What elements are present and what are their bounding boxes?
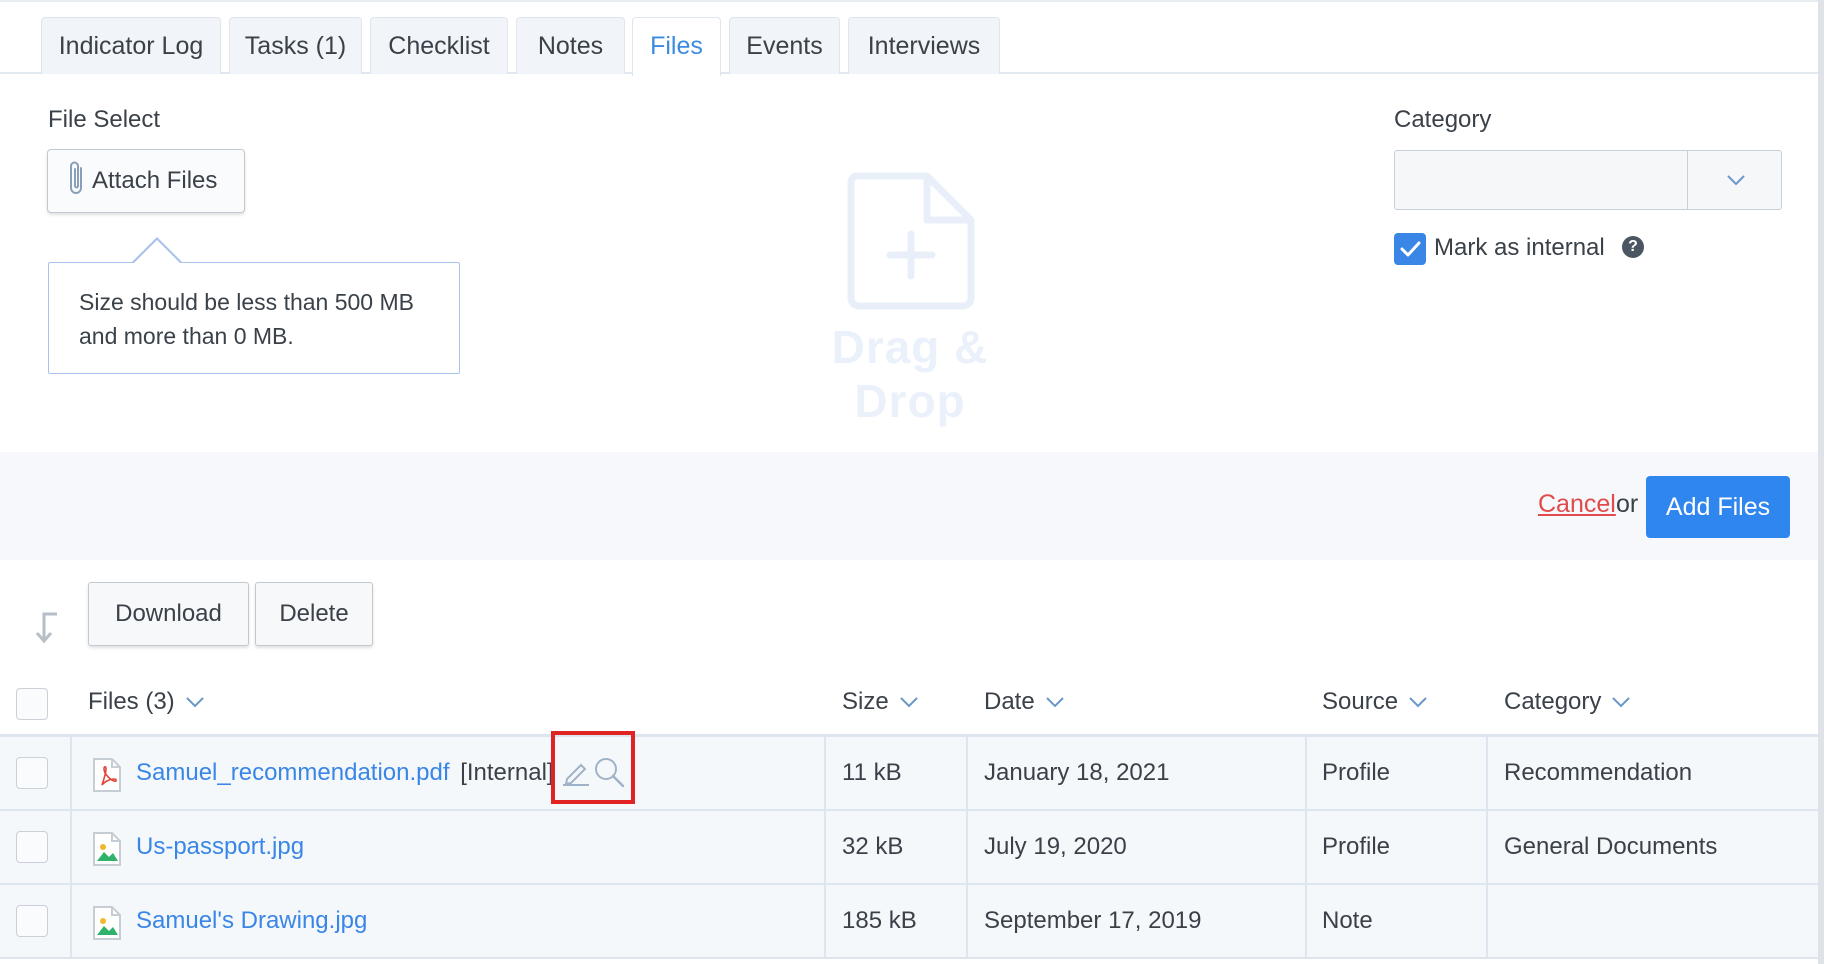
- delete-button[interactable]: Delete: [255, 582, 373, 646]
- size-cell: 185 kB: [842, 907, 917, 934]
- size-cell: 11 kB: [842, 759, 902, 786]
- drag-drop-text: Drag & Drop: [831, 321, 989, 427]
- highlight-box: [551, 731, 635, 804]
- tooltip-arrow-fill: [133, 240, 181, 264]
- tab-notes[interactable]: Notes: [516, 17, 625, 74]
- source-column-header[interactable]: Source: [1322, 688, 1428, 716]
- drag-drop-zone[interactable]: Drag & Drop: [770, 172, 1050, 427]
- file-name-cell: Samuel_recommendation.pdf [Internal]: [136, 737, 554, 809]
- download-button[interactable]: Download: [88, 582, 249, 646]
- date-header-label: Date: [984, 688, 1035, 715]
- column-divider: [70, 811, 72, 885]
- tab-files[interactable]: Files: [632, 17, 721, 76]
- column-divider: [1305, 811, 1307, 885]
- source-cell: Profile: [1322, 759, 1391, 786]
- column-divider: [1486, 737, 1488, 811]
- tooltip-line-2: and more than 0 MB.: [79, 323, 294, 349]
- column-divider: [1486, 811, 1488, 885]
- column-divider: [824, 737, 826, 811]
- category-label: Category: [1394, 106, 1492, 133]
- tab-checklist[interactable]: Checklist: [370, 17, 508, 74]
- file-select-label: File Select: [48, 106, 161, 133]
- chevron-down-icon: [1408, 688, 1428, 716]
- tooltip-line-1: Size should be less than 500 MB: [79, 289, 414, 315]
- column-divider: [824, 885, 826, 959]
- tab-tasks[interactable]: Tasks (1): [229, 17, 362, 74]
- row-checkbox[interactable]: [16, 757, 48, 789]
- pdf-file-icon: [92, 757, 122, 798]
- files-column-header[interactable]: Files (3): [88, 688, 205, 716]
- column-divider: [824, 811, 826, 885]
- table-row[interactable]: Samuel's Drawing.jpg 185 kB September 17…: [0, 885, 1818, 959]
- category-select[interactable]: [1394, 150, 1782, 210]
- date-cell: July 19, 2020: [984, 833, 1127, 860]
- tab-events[interactable]: Events: [729, 17, 840, 74]
- image-file-icon: [92, 831, 122, 872]
- size-column-header[interactable]: Size: [842, 688, 919, 716]
- size-hint-tooltip: Size should be less than 500 MB and more…: [48, 262, 460, 374]
- chevron-down-icon: [1725, 169, 1747, 196]
- date-cell: September 17, 2019: [984, 907, 1202, 934]
- table-row[interactable]: Samuel_recommendation.pdf [Internal] 11 …: [0, 737, 1818, 811]
- column-divider: [966, 737, 968, 811]
- tab-indicator-log[interactable]: Indicator Log: [41, 17, 221, 74]
- files-panel: Indicator Log Tasks (1) Checklist Notes …: [0, 0, 1824, 964]
- category-header-label: Category: [1504, 688, 1602, 715]
- date-cell: January 18, 2021: [984, 759, 1170, 786]
- cancel-link[interactable]: Cancel: [1538, 490, 1616, 519]
- file-name-cell: Us-passport.jpg: [136, 811, 304, 883]
- row-checkbox[interactable]: [16, 905, 48, 937]
- row-checkbox[interactable]: [16, 831, 48, 863]
- column-divider: [70, 737, 72, 811]
- select-all-checkbox[interactable]: [16, 688, 48, 720]
- file-link[interactable]: Samuel's Drawing.jpg: [136, 907, 367, 934]
- or-text: or: [1616, 490, 1639, 518]
- add-files-button[interactable]: Add Files: [1646, 476, 1790, 538]
- files-header-label: Files (3): [88, 688, 175, 715]
- size-cell: 32 kB: [842, 833, 904, 860]
- column-divider: [966, 885, 968, 959]
- help-icon[interactable]: ?: [1622, 236, 1644, 258]
- source-cell: Profile: [1322, 833, 1391, 860]
- chevron-down-icon: [899, 688, 919, 716]
- table-row[interactable]: Us-passport.jpg 32 kB July 19, 2020 Prof…: [0, 811, 1818, 885]
- scrollbar-track[interactable]: [1818, 0, 1824, 964]
- file-name-cell: Samuel's Drawing.jpg: [136, 885, 367, 957]
- file-link[interactable]: Us-passport.jpg: [136, 833, 304, 860]
- tab-bar: Indicator Log Tasks (1) Checklist Notes …: [0, 0, 1818, 76]
- chevron-down-icon: [1045, 688, 1065, 716]
- column-divider: [70, 885, 72, 959]
- chevron-down-icon: [185, 688, 205, 716]
- paperclip-icon: [66, 159, 86, 204]
- internal-tag: [Internal]: [460, 759, 554, 786]
- mark-internal-label: Mark as internal: [1434, 234, 1605, 261]
- image-file-icon: [92, 905, 122, 946]
- category-column-header[interactable]: Category: [1504, 688, 1631, 716]
- category-cell: Recommendation: [1504, 759, 1693, 786]
- top-divider: [0, 0, 1818, 2]
- mark-internal-checkbox[interactable]: [1394, 233, 1426, 265]
- attach-files-button[interactable]: Attach Files: [47, 149, 245, 213]
- size-header-label: Size: [842, 688, 889, 715]
- category-cell: General Documents: [1504, 833, 1718, 860]
- tab-interviews[interactable]: Interviews: [848, 17, 1000, 74]
- select-divider: [1687, 151, 1688, 209]
- column-divider: [1305, 885, 1307, 959]
- file-link[interactable]: Samuel_recommendation.pdf: [136, 759, 450, 786]
- column-divider: [1486, 885, 1488, 959]
- attach-files-label: Attach Files: [92, 167, 218, 194]
- date-column-header[interactable]: Date: [984, 688, 1065, 716]
- return-arrow-icon: [32, 610, 60, 651]
- chevron-down-icon: [1611, 688, 1631, 716]
- source-header-label: Source: [1322, 688, 1399, 715]
- column-divider: [1305, 737, 1307, 811]
- column-divider: [966, 811, 968, 885]
- source-cell: Note: [1322, 907, 1373, 934]
- checkmark-icon: [1394, 241, 1426, 269]
